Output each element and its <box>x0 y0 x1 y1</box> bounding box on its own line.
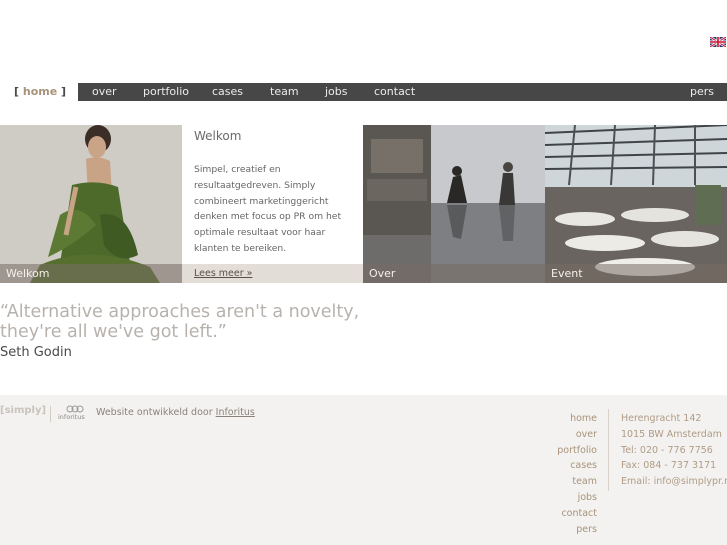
credit-label: Website ontwikkeld door <box>96 407 216 418</box>
footer-nav-jobs[interactable]: jobs <box>557 490 597 506</box>
footer-nav: home over portfolio cases team jobs cont… <box>557 411 597 537</box>
lees-meer-bar: Lees meer » <box>182 264 363 283</box>
panel-caption-welkom: Welkom <box>0 264 182 283</box>
nav-item-over[interactable]: over <box>92 83 117 101</box>
footer-nav-over[interactable]: over <box>557 427 597 443</box>
nav-bracket-open: [ <box>14 85 20 98</box>
nav-item-jobs[interactable]: jobs <box>325 83 348 101</box>
quote-line-2: they're all we've got left.” <box>0 322 227 342</box>
footer-nav-team[interactable]: team <box>557 474 597 490</box>
address-fax: Fax: 084 - 737 3171 <box>621 460 717 472</box>
nav-home-label[interactable]: home <box>23 85 57 98</box>
address-city: 1015 BW Amsterdam <box>621 428 722 440</box>
nav-bar: over portfolio cases team jobs contact p… <box>78 83 727 101</box>
panel-over-image[interactable]: Over <box>363 125 545 283</box>
nav-item-team[interactable]: team <box>270 83 299 101</box>
address-email[interactable]: Email: info@simplypr.nl <box>621 474 727 490</box>
welkom-box: Welkom Simpel, creatief en resultaatgedr… <box>182 125 363 283</box>
quote-author: Seth Godin <box>0 345 72 360</box>
panel-welkom-image[interactable]: Welkom <box>0 125 182 283</box>
inforitus-logo-word: inforitus <box>58 413 85 421</box>
inforitus-logo[interactable]: inforitus <box>58 404 90 424</box>
nav-item-cases[interactable]: cases <box>212 83 243 101</box>
quote-text: “Alternative approaches aren't a novelty… <box>0 302 359 342</box>
nav-item-pers[interactable]: pers <box>690 83 714 101</box>
footer-address: Herengracht 142 1015 BW Amsterdam Tel: 0… <box>621 411 727 490</box>
address-tel: Tel: 020 - 776 7756 <box>621 444 713 456</box>
footer-vertical-divider <box>608 409 609 491</box>
nav-bracket-close: ] <box>61 85 67 98</box>
uk-flag-icon[interactable] <box>710 37 726 47</box>
footer-divider <box>50 406 51 422</box>
footer-nav-home[interactable]: home <box>557 411 597 427</box>
credit-text: Website ontwikkeld door Inforitus <box>96 407 255 418</box>
footer: [simply] inforitus Website ontwikkeld do… <box>0 395 727 545</box>
lees-meer-link[interactable]: Lees meer » <box>194 264 252 283</box>
welkom-title: Welkom <box>194 129 242 143</box>
nav-item-contact[interactable]: contact <box>374 83 415 101</box>
footer-nav-pers[interactable]: pers <box>557 522 597 538</box>
panel-caption-over: Over <box>363 264 545 283</box>
footer-nav-portfolio[interactable]: portfolio <box>557 443 597 459</box>
inforitus-link[interactable]: Inforitus <box>216 407 255 418</box>
welkom-text: Simpel, creatief en resultaatgedreven. S… <box>194 164 342 254</box>
footer-nav-contact[interactable]: contact <box>557 506 597 522</box>
simply-logo[interactable]: [simply] <box>0 405 46 416</box>
footer-nav-cases[interactable]: cases <box>557 458 597 474</box>
nav-item-portfolio[interactable]: portfolio <box>143 83 189 101</box>
event-hall-photo <box>545 125 727 283</box>
fashion-photo <box>0 125 182 283</box>
address-street: Herengracht 142 <box>621 413 702 424</box>
panel-caption-event: Event <box>545 264 727 283</box>
rooftop-photo <box>363 125 545 283</box>
nav-item-home[interactable]: [ home ] <box>0 83 78 101</box>
main-nav: [ home ] over portfolio cases team jobs … <box>0 83 727 101</box>
panel-event-image[interactable]: Event <box>545 125 727 283</box>
quote-line-1: “Alternative approaches aren't a novelty… <box>0 302 360 322</box>
